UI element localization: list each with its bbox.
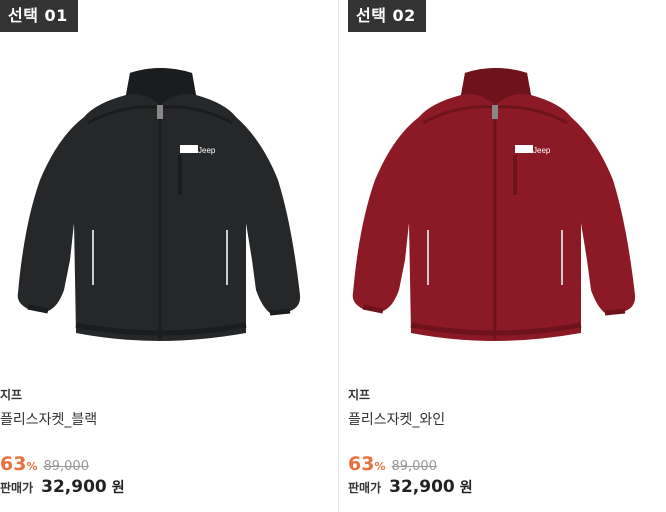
currency-unit: 원 — [459, 480, 473, 496]
product-grid: 선택 01 Jeep 지프 플리스자켓_블랙 63 % 89,000 판매가 3… — [0, 0, 666, 512]
sale-price: 32,900 — [41, 477, 107, 497]
original-price: 89,000 — [43, 459, 89, 474]
fleece-jacket-image: Jeep — [17, 68, 301, 341]
product-name[interactable]: 플리스자켓_블랙 — [0, 409, 97, 429]
brand-name: 지프 — [348, 388, 371, 402]
product-image[interactable]: Jeep — [0, 45, 338, 345]
sale-price: 32,900 — [389, 477, 455, 497]
svg-text:Jeep: Jeep — [198, 146, 216, 155]
product-card-black[interactable]: 선택 01 Jeep 지프 플리스자켓_블랙 63 % 89,000 판매가 3… — [0, 0, 338, 512]
original-price: 89,000 — [391, 459, 437, 474]
option-badge: 선택 02 — [348, 0, 426, 32]
price-row: 63 % 89,000 — [0, 453, 89, 475]
product-name[interactable]: 플리스자켓_와인 — [348, 409, 445, 429]
discount-unit: % — [26, 460, 38, 473]
fleece-jacket-image: Jeep — [352, 68, 636, 341]
currency-unit: 원 — [111, 480, 125, 496]
option-badge: 선택 01 — [0, 0, 78, 32]
discount-rate: 63 — [0, 453, 27, 475]
price-row: 63 % 89,000 — [348, 453, 437, 475]
product-image[interactable]: Jeep — [335, 45, 666, 345]
svg-text:Jeep: Jeep — [533, 146, 551, 155]
product-card-wine[interactable]: 선택 02 Jeep 지프 플리스자켓_와인 63 % 89,000 판매가 3… — [339, 0, 666, 512]
sale-price-label: 판매가 — [0, 481, 34, 495]
brand-name: 지프 — [0, 388, 23, 402]
discount-unit: % — [374, 460, 386, 473]
sale-price-row: 판매가 32,900 원 — [0, 477, 125, 501]
sale-price-row: 판매가 32,900 원 — [348, 477, 473, 501]
discount-rate: 63 — [348, 453, 375, 475]
sale-price-label: 판매가 — [348, 481, 382, 495]
